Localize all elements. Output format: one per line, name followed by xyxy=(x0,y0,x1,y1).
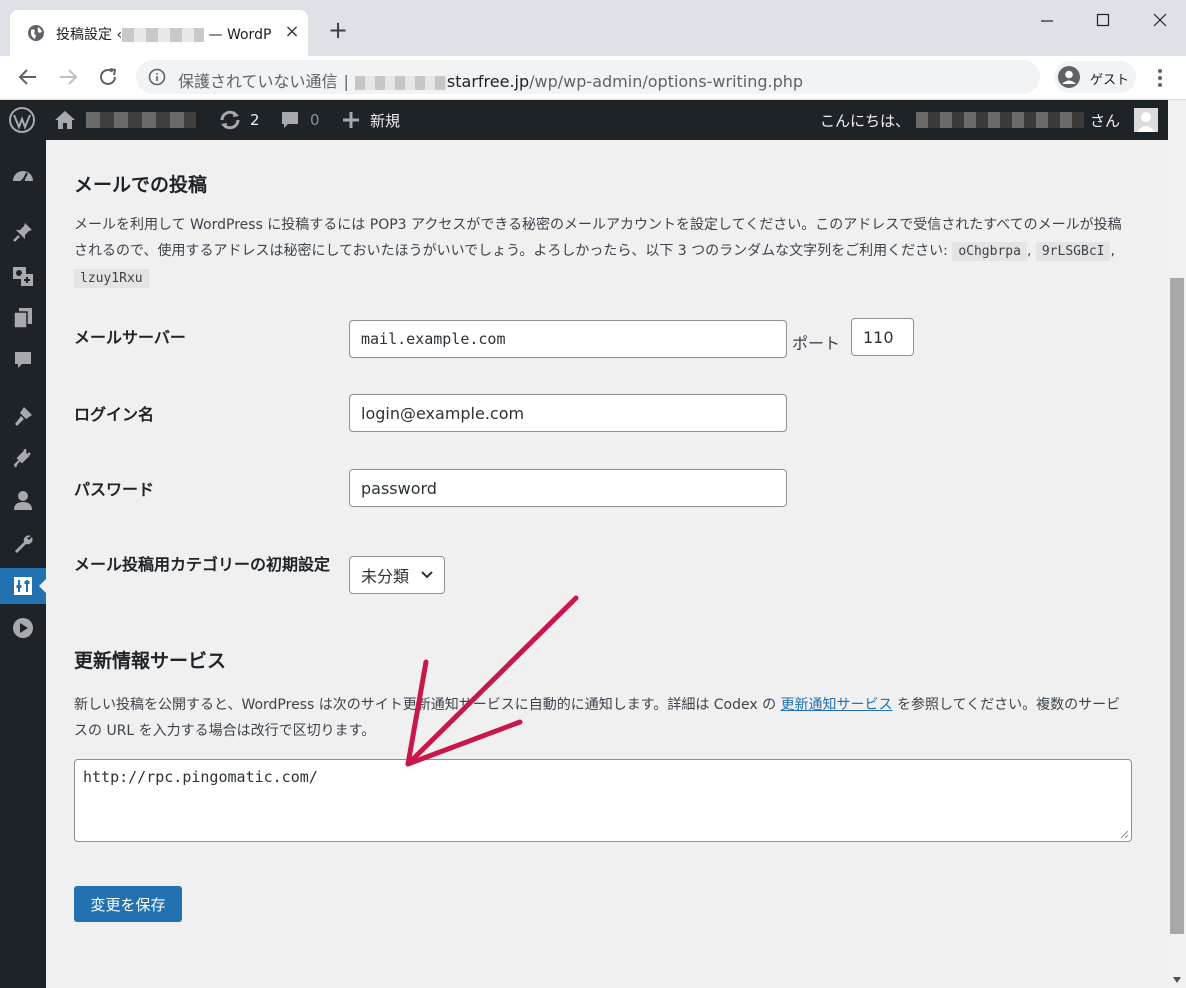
comments-icon xyxy=(15,352,31,368)
media-icon xyxy=(13,267,33,286)
pin-icon xyxy=(13,223,32,242)
post-via-email-heading: メールでの投稿 xyxy=(74,174,208,196)
play-icon xyxy=(13,618,33,638)
redacted-site-name xyxy=(86,112,196,128)
new-content-menu[interactable]: 新規 xyxy=(342,100,400,140)
redacted-site-name xyxy=(122,28,205,42)
page-scrollbar[interactable] xyxy=(1168,100,1186,988)
reload-icon[interactable] xyxy=(96,65,120,89)
update-services-codex-link[interactable]: 更新通知サービス xyxy=(781,697,893,713)
appearance-icon xyxy=(15,407,32,426)
close-tab-icon[interactable]: × xyxy=(282,22,302,42)
sidebar-item-pages[interactable] xyxy=(0,300,46,336)
profile-button[interactable]: ゲスト xyxy=(1054,61,1136,93)
wordpress-logo-icon xyxy=(9,107,35,133)
settings-content: メールでの投稿 メールを利用して WordPress に投稿するには POP3 … xyxy=(46,140,1168,988)
forward-arrow-icon[interactable] xyxy=(56,65,80,89)
globe-icon xyxy=(28,25,44,41)
mail-server-label: メールサーバー xyxy=(74,328,186,347)
updates-icon xyxy=(220,110,240,130)
login-label: ログイン名 xyxy=(74,405,155,424)
redacted-username xyxy=(915,112,1084,128)
port-label: ポート xyxy=(792,334,841,353)
resize-grip-icon[interactable] xyxy=(1119,829,1129,839)
info-icon[interactable] xyxy=(148,68,166,86)
scrollbar-thumb[interactable] xyxy=(1170,278,1184,934)
random-string-3: lzuy1Rxu xyxy=(74,269,149,288)
update-services-description: 新しい投稿を公開すると、WordPress は次のサイト更新通知サービスに自動的… xyxy=(74,697,1121,739)
plugins-icon xyxy=(13,449,31,468)
sidebar-item-users[interactable] xyxy=(0,482,46,518)
sidebar-item-appearance[interactable] xyxy=(0,398,46,434)
browser-tab[interactable]: 投稿設定 ‹ — WordP × xyxy=(10,10,308,56)
wp-admin-bar: 2 0 新規 こんにちは、 さん xyxy=(0,100,1168,140)
port-input[interactable]: 110 xyxy=(851,318,914,356)
comments-menu[interactable]: 0 xyxy=(280,100,320,140)
new-tab-button[interactable]: + xyxy=(326,18,350,42)
login-input[interactable]: login@example.com xyxy=(349,394,787,432)
address-bar[interactable]: 保護されていない通信 | starfree.jp/wp/wp-admin/optio… xyxy=(136,60,1040,94)
sidebar-item-posts[interactable] xyxy=(0,214,46,250)
sidebar-item-collapse[interactable] xyxy=(0,610,46,646)
close-window-icon[interactable] xyxy=(1147,8,1173,34)
browser-tabstrip: 投稿設定 ‹ — WordP × + xyxy=(0,0,1186,56)
browser-menu-icon[interactable] xyxy=(1150,66,1170,90)
users-icon xyxy=(14,491,32,510)
user-avatar[interactable] xyxy=(1134,108,1158,132)
chevron-down-icon xyxy=(421,571,433,579)
sidebar-item-dashboard[interactable] xyxy=(0,158,46,194)
avatar-silhouette-icon xyxy=(1134,108,1158,132)
my-account-menu[interactable]: こんにちは、 さん xyxy=(820,100,1120,140)
browser-toolbar: 保護されていない通信 | starfree.jp/wp/wp-admin/optio… xyxy=(0,56,1186,100)
mail-server-input[interactable]: mail.example.com xyxy=(349,320,787,358)
profile-avatar-icon xyxy=(1058,66,1080,88)
site-name-menu[interactable] xyxy=(54,100,196,140)
sidebar-item-plugins[interactable] xyxy=(0,440,46,476)
password-label: パスワード xyxy=(74,480,155,499)
pages-icon xyxy=(13,308,32,329)
tools-icon xyxy=(15,535,33,553)
default-mail-category-label: メール投稿用カテゴリーの初期設定 xyxy=(74,555,331,574)
minimize-icon[interactable] xyxy=(1034,8,1060,34)
sidebar-item-media[interactable] xyxy=(0,258,46,294)
tab-title: 投稿設定 ‹ — WordP xyxy=(56,27,272,43)
settings-icon xyxy=(14,577,32,595)
ping-sites-textarea[interactable]: http://rpc.pingomatic.com/ xyxy=(74,759,1132,842)
random-string-2: 9rLSGBcI xyxy=(1035,242,1111,261)
updates-menu[interactable]: 2 xyxy=(218,100,260,140)
update-services-heading: 更新情報サービス xyxy=(74,650,227,672)
password-input[interactable]: password xyxy=(349,469,787,507)
post-via-email-description: メールを利用して WordPress に投稿するには POP3 アクセスができる… xyxy=(74,217,1122,288)
sidebar-item-tools[interactable] xyxy=(0,526,46,562)
comment-bubble-icon xyxy=(282,112,298,128)
plus-icon xyxy=(343,112,359,128)
dashboard-icon xyxy=(13,171,33,183)
sidebar-item-comments[interactable] xyxy=(0,342,46,378)
back-arrow-icon[interactable] xyxy=(16,65,40,89)
home-icon xyxy=(55,111,75,129)
sidebar-item-settings[interactable] xyxy=(0,568,46,604)
scroll-down-arrow-icon[interactable] xyxy=(1172,976,1182,984)
url-text: 保護されていない通信 | starfree.jp/wp/wp-admin/optio… xyxy=(178,72,804,91)
maximize-icon[interactable] xyxy=(1090,8,1116,34)
redacted-subdomain xyxy=(354,75,447,90)
default-mail-category-select[interactable]: 未分類 xyxy=(349,556,445,594)
save-changes-button[interactable]: 変更を保存 xyxy=(74,886,182,922)
random-string-1: oChgbrpa xyxy=(952,242,1027,261)
wp-logo-menu[interactable] xyxy=(8,100,36,140)
admin-sidebar xyxy=(0,140,46,988)
